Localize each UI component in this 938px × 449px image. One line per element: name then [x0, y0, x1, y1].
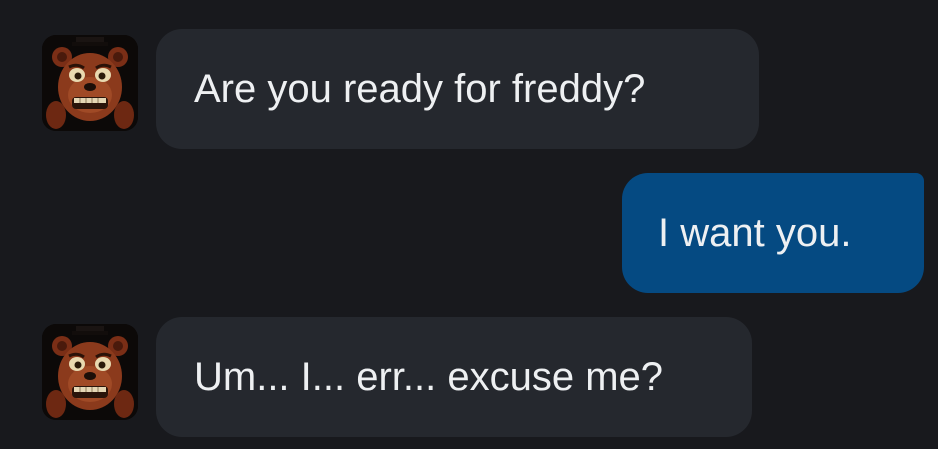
bear-avatar[interactable] — [42, 324, 138, 420]
message-row-outgoing: I want you. — [0, 160, 938, 300]
chat-thread: Are you ready for freddy? I want you. Um… — [0, 0, 938, 449]
bear-avatar[interactable] — [42, 35, 138, 131]
message-row-incoming: Are you ready for freddy? — [0, 0, 938, 160]
message-bubble[interactable]: Are you ready for freddy? — [156, 29, 759, 149]
message-bubble[interactable]: Um... I... err... excuse me? — [156, 317, 752, 437]
message-row-incoming: Um... I... err... excuse me? — [0, 300, 938, 449]
bear-face-icon — [42, 35, 138, 131]
message-bubble[interactable]: I want you. — [622, 173, 924, 293]
bear-face-icon — [42, 324, 138, 420]
